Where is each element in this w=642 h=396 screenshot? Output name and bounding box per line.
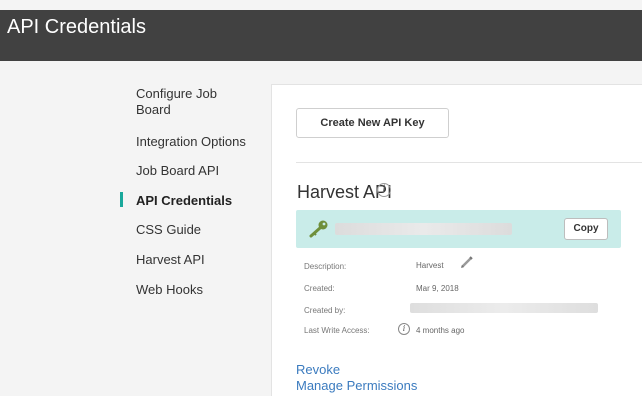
api-key-panel: Copy: [296, 210, 621, 248]
page-title: API Credentials: [7, 16, 146, 38]
revoke-link[interactable]: Revoke: [296, 362, 340, 377]
copy-button[interactable]: Copy: [564, 218, 608, 240]
last-write-info-icon[interactable]: i: [398, 323, 410, 335]
info-icon[interactable]: i: [377, 183, 391, 197]
created-label: Created:: [304, 284, 335, 293]
created-by-label: Created by:: [304, 306, 346, 315]
sidebar-item-harvest-api[interactable]: Harvest API: [136, 252, 205, 268]
sidebar-item-job-board-api[interactable]: Job Board API: [136, 163, 219, 179]
pencil-icon[interactable]: [460, 255, 474, 269]
create-new-api-key-button[interactable]: Create New API Key: [296, 108, 449, 138]
last-write-access-label: Last Write Access:: [304, 326, 370, 335]
description-label: Description:: [304, 262, 347, 271]
sidebar-item-web-hooks[interactable]: Web Hooks: [136, 282, 203, 298]
key-icon: [309, 220, 328, 238]
api-key-value-redacted: [335, 223, 512, 235]
top-header-bar: API Credentials: [0, 10, 642, 61]
divider: [296, 162, 642, 163]
sidebar-item-css-guide[interactable]: CSS Guide: [136, 222, 201, 238]
created-by-value-redacted: [410, 303, 598, 313]
description-value: Harvest: [416, 261, 444, 270]
main-content: Create New API Key Harvest API i Copy De…: [271, 84, 642, 396]
created-value: Mar 9, 2018: [416, 284, 459, 293]
sidebar-item-integration-options[interactable]: Integration Options: [136, 134, 246, 150]
sidebar-item-api-credentials[interactable]: API Credentials: [136, 193, 232, 209]
last-write-access-value: 4 months ago: [416, 326, 465, 335]
manage-permissions-link[interactable]: Manage Permissions: [296, 378, 417, 393]
sidebar-item-configure-job-board[interactable]: Configure Job Board: [136, 86, 246, 118]
active-indicator: [120, 192, 123, 207]
